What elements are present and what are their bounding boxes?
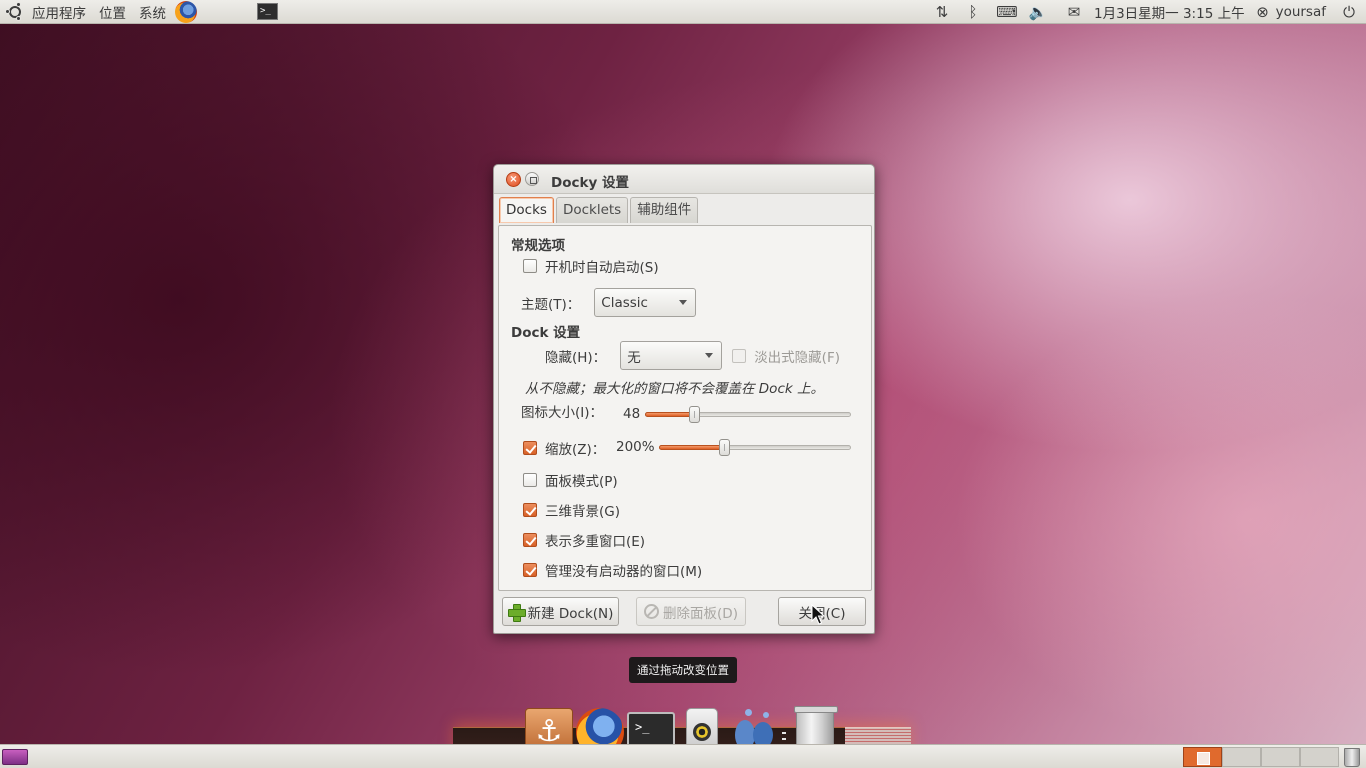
username[interactable]: yoursaf [1276,4,1326,20]
terminal-launcher-icon[interactable]: >_ [257,3,278,20]
hide-label: 隐藏(H)： [545,349,607,366]
tab-docklets[interactable]: Docklets [555,197,629,223]
multi-window-label: 表示多重窗口(E) [545,534,646,550]
3d-background-row[interactable]: 三维背景(G) [523,500,620,520]
manage-windows-row[interactable]: 管理没有启动器的窗口(M) [523,560,702,580]
hide-combo[interactable]: 无 [620,341,723,370]
multi-window-checkbox[interactable] [523,533,537,547]
slider-fill [659,445,725,450]
theme-row: 主题(T)： Classic [521,288,697,317]
plus-icon [507,603,526,622]
fade-hide-label: 淡出式隐藏(F) [754,349,840,366]
workspace-4[interactable] [1300,747,1339,767]
icon-size-value: 48 [623,406,641,422]
trash-applet-icon[interactable] [1344,748,1360,767]
manage-windows-label: 管理没有启动器的窗口(M) [545,564,703,580]
bluetooth-icon[interactable]: ᛒ [961,0,985,24]
zoom-label: 缩放(Z)： [545,442,606,458]
zoom-row[interactable]: 缩放(Z)： [523,438,605,458]
top-panel: 应用程序 位置 系统 >_ ⇅ ᛒ ⌨ 🔈 ✉ 1月3日星期一 3:15 上午 … [0,0,1366,24]
icon-size-slider[interactable] [645,406,851,423]
close-window-icon[interactable]: × [506,172,521,187]
fade-hide-checkbox[interactable] [732,348,747,363]
3d-background-label: 三维背景(G) [545,504,620,520]
menu-system[interactable]: 系统 [139,2,166,22]
docks-tab-panel: 常规选项 开机时自动启动(S) 主题(T)： Classic Dock 设置 隐… [498,225,872,591]
power-icon[interactable]: ⏻ [1338,0,1360,24]
workspace-switcher [1183,747,1339,767]
theme-label: 主题(T)： [521,296,581,313]
show-desktop-icon[interactable] [2,749,28,765]
workspace-2[interactable] [1222,747,1261,767]
maximize-window-icon[interactable] [525,172,539,186]
manage-windows-checkbox[interactable] [523,563,537,577]
mouse-cursor-icon [811,604,825,625]
volume-icon[interactable]: 🔈 [1027,0,1049,24]
zoom-value: 200% [616,439,655,455]
docky-settings-dialog: × Docky 设置 Docks Docklets 辅助组件 常规选项 开机时自… [493,164,875,634]
panel-mode-row[interactable]: 面板模式(P) [523,470,618,490]
zoom-checkbox[interactable] [523,441,537,455]
icon-size-label-row: 图标大小(I)： [521,401,603,421]
titlebar[interactable]: × Docky 设置 [494,165,874,194]
hide-combo-value: 无 [627,349,641,366]
autostart-label: 开机时自动启动(S) [545,260,659,276]
bottom-panel [0,744,1366,768]
workspace-3[interactable] [1261,747,1300,767]
menu-applications[interactable]: 应用程序 [32,2,86,22]
multi-window-row[interactable]: 表示多重窗口(E) [523,530,645,550]
panel-mode-checkbox[interactable] [523,473,537,487]
forbidden-icon [644,604,660,619]
clock[interactable]: 1月3日星期一 3:15 上午 [1094,2,1245,22]
network-icon[interactable]: ⇅ [932,0,952,24]
drag-tooltip: 通过拖动改变位置 [629,657,737,683]
3d-background-checkbox[interactable] [523,503,537,517]
zoom-slider[interactable] [659,439,851,456]
chevron-down-icon [705,353,714,358]
chevron-down-icon [679,300,688,305]
tab-bar: Docks Docklets 辅助组件 [499,197,700,223]
new-dock-button[interactable]: 新建 Dock(N) [502,597,619,626]
autostart-row[interactable]: 开机时自动启动(S) [523,256,659,276]
window-title: Docky 设置 [551,175,629,191]
mail-icon[interactable]: ✉ [1064,0,1084,24]
slider-handle[interactable] [719,439,731,456]
slider-handle[interactable] [689,406,701,423]
tab-helpers[interactable]: 辅助组件 [630,197,699,223]
dock-settings-heading: Dock 设置 [511,325,581,341]
user-status-icon[interactable]: ⊗ [1255,0,1271,24]
slider-fill [645,412,695,417]
theme-combo-value: Classic [601,294,648,311]
firefox-launcher-icon[interactable] [175,0,197,23]
hide-mode-note: 从不隐藏；最大化的窗口将不会覆盖在 Dock 上。 [525,381,824,397]
theme-combo[interactable]: Classic [594,288,697,317]
zoom-value-row: 200% [616,439,655,455]
panel-mode-label: 面板模式(P) [545,474,618,490]
delete-panel-label: 删除面板(D) [663,605,738,622]
icon-size-value-row: 48 [623,406,640,422]
keyboard-icon[interactable]: ⌨ [996,0,1018,24]
delete-panel-button[interactable]: 删除面板(D) [636,597,746,626]
icon-size-label: 图标大小(I)： [521,405,604,421]
autostart-checkbox[interactable] [523,259,537,273]
menu-places[interactable]: 位置 [99,2,126,22]
ubuntu-logo-icon[interactable] [5,1,24,21]
tab-docks[interactable]: Docks [499,197,554,223]
new-dock-label: 新建 Dock(N) [527,605,614,622]
workspace-1[interactable] [1183,747,1222,767]
general-options-heading: 常规选项 [511,238,565,254]
hide-row: 隐藏(H)： 无 淡出式隐藏(F) [545,341,840,370]
